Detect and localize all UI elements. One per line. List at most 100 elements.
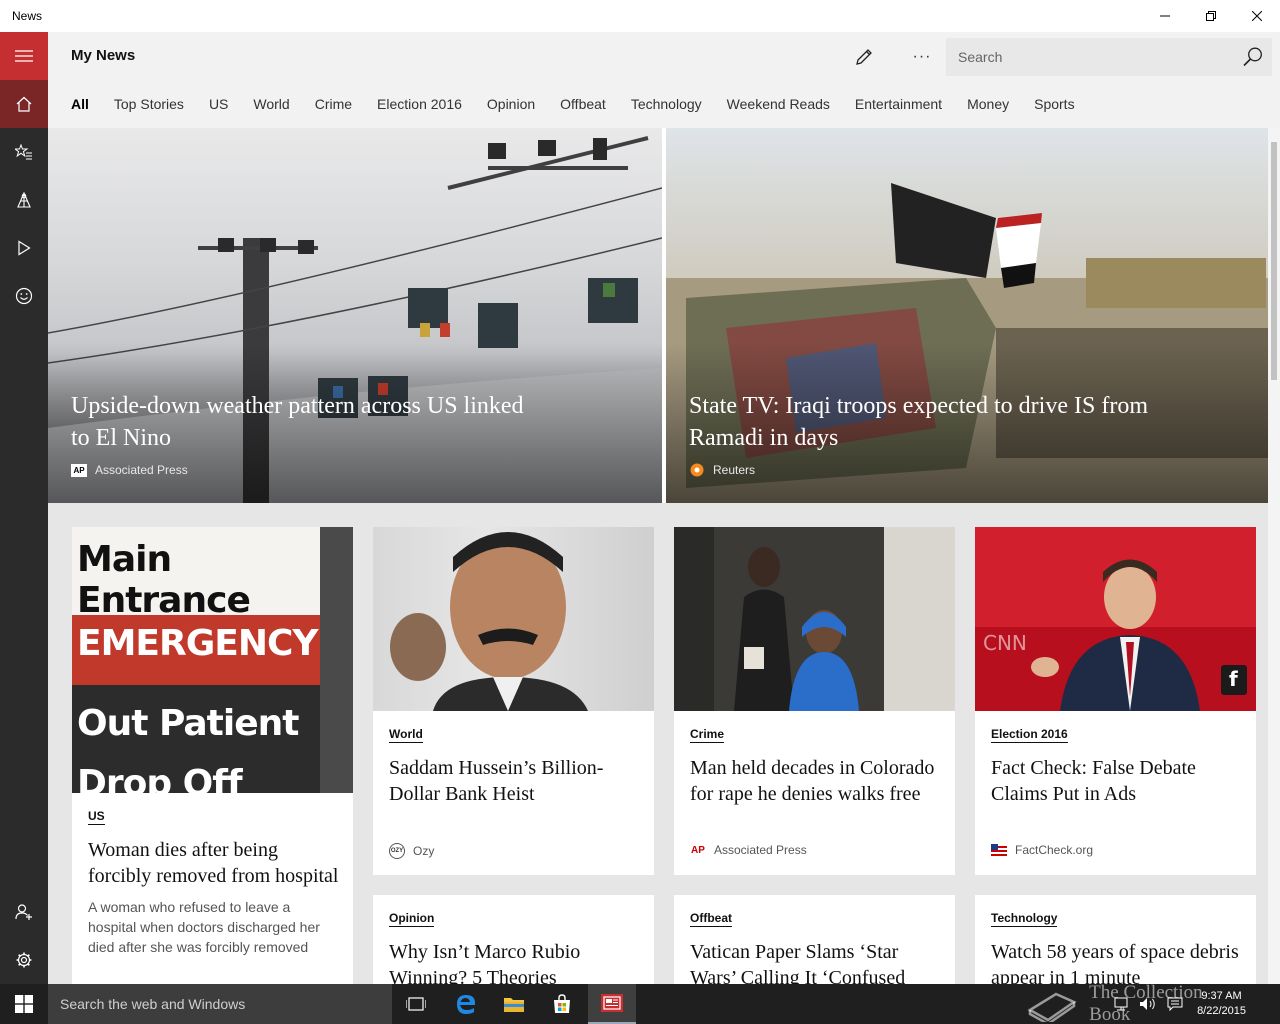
tab-election-2016[interactable]: Election 2016 xyxy=(377,96,462,112)
watermark: The Collection Book xyxy=(1026,982,1246,1024)
tab-world[interactable]: World xyxy=(253,96,289,112)
nav-feedback[interactable] xyxy=(0,272,48,320)
smiley-icon xyxy=(15,287,33,305)
minimize-icon xyxy=(1160,15,1170,17)
sign-text: EMERGENCY xyxy=(77,623,318,664)
story-card[interactable]: Main Entrance EMERGENCY Out Patient Drop… xyxy=(72,527,353,984)
card-headline: Fact Check: False Debate Claims Put in A… xyxy=(991,757,1196,805)
app-header: My News ··· All Top Stories US World Cri… xyxy=(48,32,1280,128)
card-headline: Saddam Hussein’s Billion-Dollar Bank Hei… xyxy=(389,757,604,805)
tab-crime[interactable]: Crime xyxy=(315,96,352,112)
tab-opinion[interactable]: Opinion xyxy=(487,96,535,112)
nav-local[interactable] xyxy=(0,176,48,224)
edit-button[interactable] xyxy=(848,43,880,71)
window-controls xyxy=(1142,0,1280,32)
story-card[interactable]: Offbeat Vatican Paper Slams ‘Star Wars’ … xyxy=(674,895,955,984)
reuters-logo-icon xyxy=(689,463,705,477)
close-button[interactable] xyxy=(1234,0,1280,32)
file-explorer-button[interactable] xyxy=(490,984,538,1024)
tab-entertainment[interactable]: Entertainment xyxy=(855,96,942,112)
restore-button[interactable] xyxy=(1188,0,1234,32)
tab-technology[interactable]: Technology xyxy=(631,96,702,112)
page-title: My News xyxy=(71,47,136,64)
category-label[interactable]: Crime xyxy=(690,727,725,743)
tab-weekend-reads[interactable]: Weekend Reads xyxy=(727,96,830,112)
nav-home[interactable] xyxy=(0,80,48,128)
story-card[interactable]: Opinion Why Isn’t Marco Rubio Winning? 5… xyxy=(373,895,654,984)
story-card[interactable]: Technology Watch 58 years of space debri… xyxy=(975,895,1256,984)
watermark-text: The Collection Book xyxy=(1089,982,1203,1024)
settings-button[interactable] xyxy=(0,936,48,984)
card-body: US Woman dies after being forcibly remov… xyxy=(88,807,339,957)
news-app-button[interactable] xyxy=(588,984,636,1024)
news-icon xyxy=(601,994,623,1012)
ap-logo-icon: AP xyxy=(691,844,705,856)
sign-text: Drop Off xyxy=(77,763,243,804)
hero-source: AP Associated Press xyxy=(71,463,188,477)
hero-headline[interactable]: State TV: Iraqi troops expected to drive… xyxy=(689,390,1159,454)
category-label[interactable]: World xyxy=(389,727,423,743)
tab-all[interactable]: All xyxy=(71,96,89,112)
rail-bottom xyxy=(0,888,48,984)
source-name: Reuters xyxy=(713,463,756,477)
store-button[interactable] xyxy=(538,984,586,1024)
ap-logo-icon: AP xyxy=(71,463,87,477)
category-label[interactable]: Technology xyxy=(991,911,1058,927)
category-label[interactable]: Offbeat xyxy=(690,911,732,927)
card-body: Opinion Why Isn’t Marco Rubio Winning? 5… xyxy=(389,909,640,984)
card-headline: Watch 58 years of space debris appear in… xyxy=(991,941,1239,984)
tab-top-stories[interactable]: Top Stories xyxy=(114,96,184,112)
flag-logo-icon xyxy=(991,844,1007,857)
story-card[interactable]: World Saddam Hussein’s Billion-Dollar Ba… xyxy=(373,527,654,875)
hero-story-2[interactable]: State TV: Iraqi troops expected to drive… xyxy=(666,128,1268,503)
task-view-icon xyxy=(406,997,426,1011)
tab-us[interactable]: US xyxy=(209,96,228,112)
hero-headline[interactable]: Upside-down weather pattern across US li… xyxy=(71,390,541,454)
taskbar-search[interactable]: Search the web and Windows xyxy=(48,984,392,1024)
edge-icon xyxy=(457,995,475,1014)
app-title: News xyxy=(12,9,43,23)
category-label[interactable]: US xyxy=(88,809,105,825)
category-tabs: All Top Stories US World Crime Election … xyxy=(71,96,1100,112)
hero-story-1[interactable]: Upside-down weather pattern across US li… xyxy=(48,128,662,503)
hamburger-icon xyxy=(15,50,33,62)
title-bar: News xyxy=(0,0,1280,32)
story-card[interactable]: Crime Man held decades in Colorado for r… xyxy=(674,527,955,875)
tab-sports[interactable]: Sports xyxy=(1034,96,1074,112)
nav-video[interactable] xyxy=(0,224,48,272)
edge-button[interactable] xyxy=(442,984,490,1024)
search-input[interactable] xyxy=(946,49,1226,65)
card-source: FactCheck.org xyxy=(991,843,1093,857)
start-button[interactable] xyxy=(0,984,48,1024)
hero-source: Reuters xyxy=(689,463,755,477)
search-icon[interactable] xyxy=(1242,46,1264,68)
category-label[interactable]: Opinion xyxy=(389,911,435,927)
nav-interests[interactable] xyxy=(0,128,48,176)
story-card[interactable]: CNN f Election 2016 Fact Check: False De… xyxy=(975,527,1256,875)
source-name: Ozy xyxy=(413,844,435,858)
category-label[interactable]: Election 2016 xyxy=(991,727,1068,743)
nav-rail xyxy=(0,32,48,984)
hamburger-button[interactable] xyxy=(0,32,48,80)
sign-in-button[interactable] xyxy=(0,888,48,936)
task-view-button[interactable] xyxy=(392,984,440,1024)
windows-logo-icon xyxy=(15,995,33,1013)
minimize-button[interactable] xyxy=(1142,0,1188,32)
pencil-icon xyxy=(856,49,872,65)
close-icon xyxy=(1252,11,1262,21)
facebook-icon: f xyxy=(1229,667,1238,691)
gear-icon xyxy=(16,952,32,968)
story-grid: Main Entrance EMERGENCY Out Patient Drop… xyxy=(48,503,1268,984)
more-button[interactable]: ··· xyxy=(906,43,938,71)
source-name: Associated Press xyxy=(714,843,807,857)
home-icon xyxy=(16,96,32,112)
cnn-logo: CNN xyxy=(983,631,1027,655)
tab-offbeat[interactable]: Offbeat xyxy=(560,96,606,112)
book-logo-icon xyxy=(1027,992,1077,1022)
tab-money[interactable]: Money xyxy=(967,96,1009,112)
scrollbar[interactable] xyxy=(1268,128,1280,984)
sign-text: Out Patient xyxy=(77,703,299,744)
scrollbar-thumb[interactable] xyxy=(1271,142,1277,380)
sign-text: Main Entrance xyxy=(77,539,251,621)
folder-icon xyxy=(504,998,524,1012)
